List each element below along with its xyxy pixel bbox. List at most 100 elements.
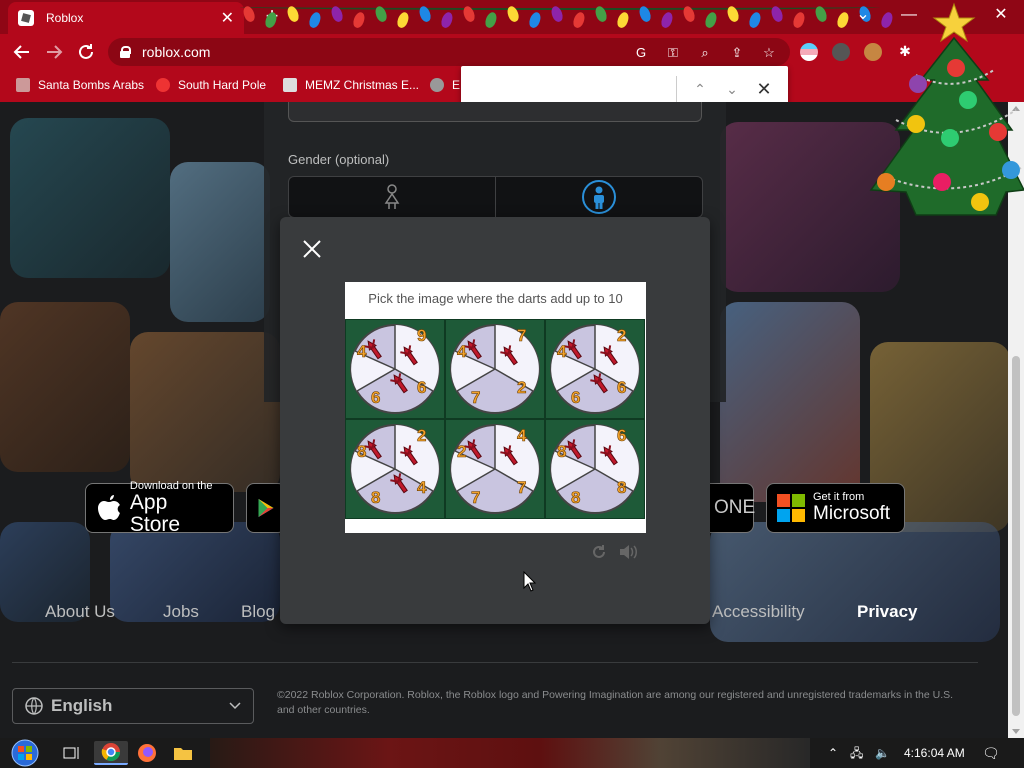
notifications-icon[interactable]: 🗨 xyxy=(982,744,1000,762)
microsoft-big-text: Microsoft xyxy=(813,502,891,524)
language-label: English xyxy=(51,696,113,715)
flag-extension-icon[interactable] xyxy=(800,43,818,61)
microsoft-store-button[interactable]: Get it from Microsoft xyxy=(766,483,905,533)
task-view-button[interactable] xyxy=(55,741,89,765)
zoom-icon[interactable]: ⌕ xyxy=(696,44,714,62)
dart-score-label: 8 xyxy=(557,442,566,461)
find-input[interactable] xyxy=(471,76,671,102)
arrow-right-icon[interactable] xyxy=(42,40,66,64)
footer-divider xyxy=(12,662,978,663)
xbox-button[interactable]: ONE xyxy=(704,483,756,533)
chevron-down-icon[interactable]: ⌄ xyxy=(721,78,743,100)
taskbar-wallpaper xyxy=(210,738,810,768)
captcha-tile[interactable]: 4 2 6 6 xyxy=(545,319,645,419)
gender-male-button[interactable] xyxy=(495,177,702,217)
app-store-button[interactable]: Download on the App Store xyxy=(85,479,234,536)
tab-roblox[interactable]: Roblox ✕ xyxy=(8,2,244,34)
light-bulb-icon xyxy=(527,10,543,30)
taskbar-chrome[interactable] xyxy=(94,741,128,765)
footer-link-accessibility[interactable]: Accessibility xyxy=(712,602,805,622)
windows-taskbar: ⌃ 🖧 🔈 4:16:04 AM 🗨 xyxy=(0,738,1024,768)
star-icon[interactable]: ☆ xyxy=(760,44,778,62)
network-icon[interactable]: 🖧 xyxy=(850,744,863,762)
dart-score-label: 8 xyxy=(617,478,626,497)
microsoft-small-text: Get it from xyxy=(813,490,865,503)
tab-close-icon[interactable]: ✕ xyxy=(221,8,234,28)
reload-icon[interactable] xyxy=(74,40,98,64)
captcha-tile[interactable]: 2 4 7 7 xyxy=(445,419,545,519)
copyright-text: ©2022 Roblox Corporation. Roblox, the Ro… xyxy=(277,689,954,716)
speaker-icon[interactable] xyxy=(620,545,637,559)
windows-start-icon xyxy=(11,739,39,767)
dart-score-label: 2 xyxy=(517,378,526,397)
find-close-icon[interactable]: ✕ xyxy=(753,78,775,100)
dart-score-label: 4 xyxy=(357,342,367,361)
captcha-prompt: Pick the image where the darts add up to… xyxy=(368,291,623,306)
refresh-icon[interactable] xyxy=(593,545,605,558)
divider xyxy=(676,76,677,104)
close-icon[interactable] xyxy=(300,237,324,261)
male-icon xyxy=(582,180,616,214)
background-thumbnail xyxy=(170,162,270,322)
dart-score-label: 7 xyxy=(517,326,526,345)
chevron-up-icon[interactable]: ⌃ xyxy=(689,78,711,100)
captcha-tile[interactable]: 8 6 8 8 xyxy=(545,419,645,519)
scroll-down-arrow[interactable] xyxy=(1012,729,1020,734)
female-icon xyxy=(384,184,400,209)
globe-icon xyxy=(25,697,43,715)
dart-score-label: 2 xyxy=(417,426,426,445)
light-bulb-icon xyxy=(307,10,323,30)
xbox-text: ONE xyxy=(714,497,756,518)
light-bulb-icon xyxy=(351,10,367,30)
captcha-tile[interactable]: 8 2 4 8 xyxy=(345,419,445,519)
task-view-icon xyxy=(63,747,79,759)
key-icon[interactable]: ⚿ xyxy=(664,44,682,62)
dart-score-label: 7 xyxy=(471,388,480,407)
app-store-big-text: App Store xyxy=(129,490,181,536)
footer-link-blog[interactable]: Blog xyxy=(241,602,275,622)
dart-score-label: 4 xyxy=(417,478,427,497)
apple-icon xyxy=(97,495,120,520)
password-field[interactable] xyxy=(288,102,702,122)
bookmark-item[interactable]: MEMZ Christmas E... xyxy=(283,76,419,94)
captcha-tile[interactable]: 4 7 2 7 xyxy=(445,319,545,419)
play-icon xyxy=(258,499,274,517)
bookmark-item[interactable]: South Hard Pole xyxy=(156,76,266,94)
captcha-challenge: Pick the image where the darts add up to… xyxy=(345,282,646,533)
dart-score-label: 8 xyxy=(371,488,380,507)
captcha-tile[interactable]: 4 9 6 6 xyxy=(345,319,445,419)
page-icon xyxy=(283,78,297,92)
background-thumbnail xyxy=(130,332,280,492)
share-icon[interactable]: ⇪ xyxy=(728,44,746,62)
tab-title: Roblox xyxy=(46,11,84,25)
volume-icon[interactable]: 🔈 xyxy=(875,744,890,762)
footer-link-jobs[interactable]: Jobs xyxy=(163,602,199,622)
bookmark-item[interactable]: E xyxy=(430,76,460,94)
address-bar[interactable]: roblox.com G ⚿ ⌕ ⇪ ☆ xyxy=(108,38,790,66)
scrollbar-thumb[interactable] xyxy=(1012,356,1020,716)
light-bulb-icon xyxy=(747,10,763,30)
s-extension-icon[interactable] xyxy=(832,43,850,61)
footer-link-privacy[interactable]: Privacy xyxy=(857,602,918,622)
face-icon xyxy=(430,78,444,92)
background-thumbnail xyxy=(710,522,1000,642)
gender-female-button[interactable] xyxy=(289,177,495,217)
footer-link-about[interactable]: About Us xyxy=(45,602,115,622)
app-store-small-text: Download on the xyxy=(129,479,213,492)
taskbar-firefox[interactable] xyxy=(130,741,164,765)
captcha-modal: Pick the image where the darts add up to… xyxy=(280,217,710,624)
taskbar-file-explorer[interactable] xyxy=(166,741,200,765)
captcha-grid: 4 9 6 6 4 7 2 7 4 2 6 6 8 2 4 8 2 4 7 7 8 6 8 8 xyxy=(345,319,646,519)
roblox-icon xyxy=(18,10,34,26)
start-button[interactable] xyxy=(8,739,42,767)
arrow-left-icon[interactable] xyxy=(10,40,34,64)
lock-icon[interactable] xyxy=(120,46,131,58)
tray-chevron-up-icon[interactable]: ⌃ xyxy=(828,744,838,762)
language-select[interactable]: English xyxy=(12,688,254,724)
dart-score-label: 4 xyxy=(557,342,567,361)
microsoft-icon xyxy=(777,494,805,522)
christmas-tree-icon xyxy=(869,2,1024,216)
bookmark-item[interactable]: Santa Bombs Arabs xyxy=(16,76,144,94)
clock-time[interactable]: 4:16:04 AM xyxy=(904,744,965,762)
google-icon[interactable]: G xyxy=(632,44,650,62)
